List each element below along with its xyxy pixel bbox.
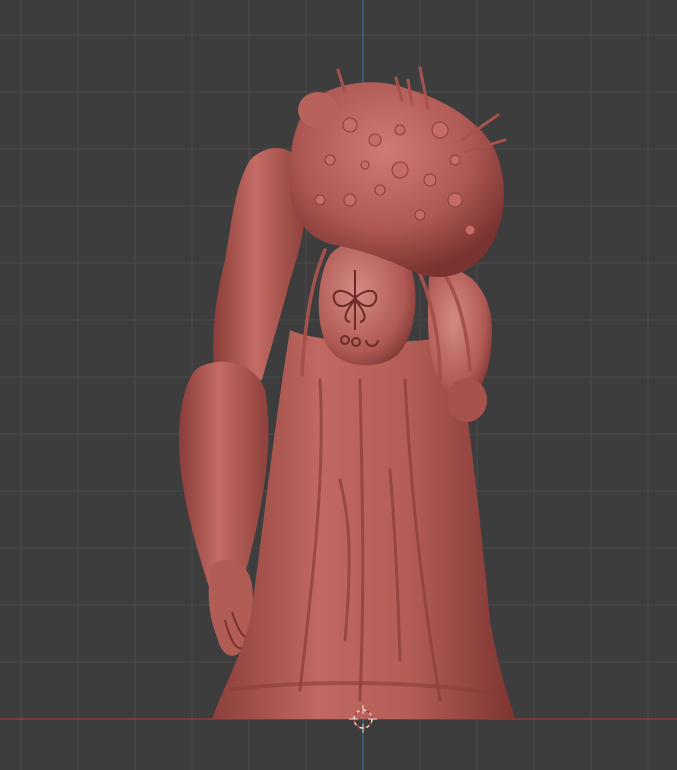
head-bump <box>414 209 426 221</box>
head-bump <box>449 154 461 166</box>
sculpt-model[interactable] <box>178 66 515 719</box>
head-bump <box>423 173 437 187</box>
3d-viewport[interactable] <box>0 0 677 770</box>
head-bump <box>324 154 336 166</box>
head-bump <box>314 194 326 206</box>
head-bump <box>360 160 370 170</box>
head-bump <box>391 161 409 179</box>
head-bump <box>342 117 358 133</box>
head-bump <box>464 224 476 236</box>
model-side-sac-tip <box>447 378 487 422</box>
head-bump <box>343 193 357 207</box>
head-bump <box>368 133 382 147</box>
head-bump <box>431 121 449 139</box>
head-bump <box>447 192 463 208</box>
head-bump <box>394 124 406 136</box>
model-head-lump <box>298 92 338 128</box>
head-bump <box>374 184 386 196</box>
viewport-canvas[interactable] <box>0 0 677 770</box>
